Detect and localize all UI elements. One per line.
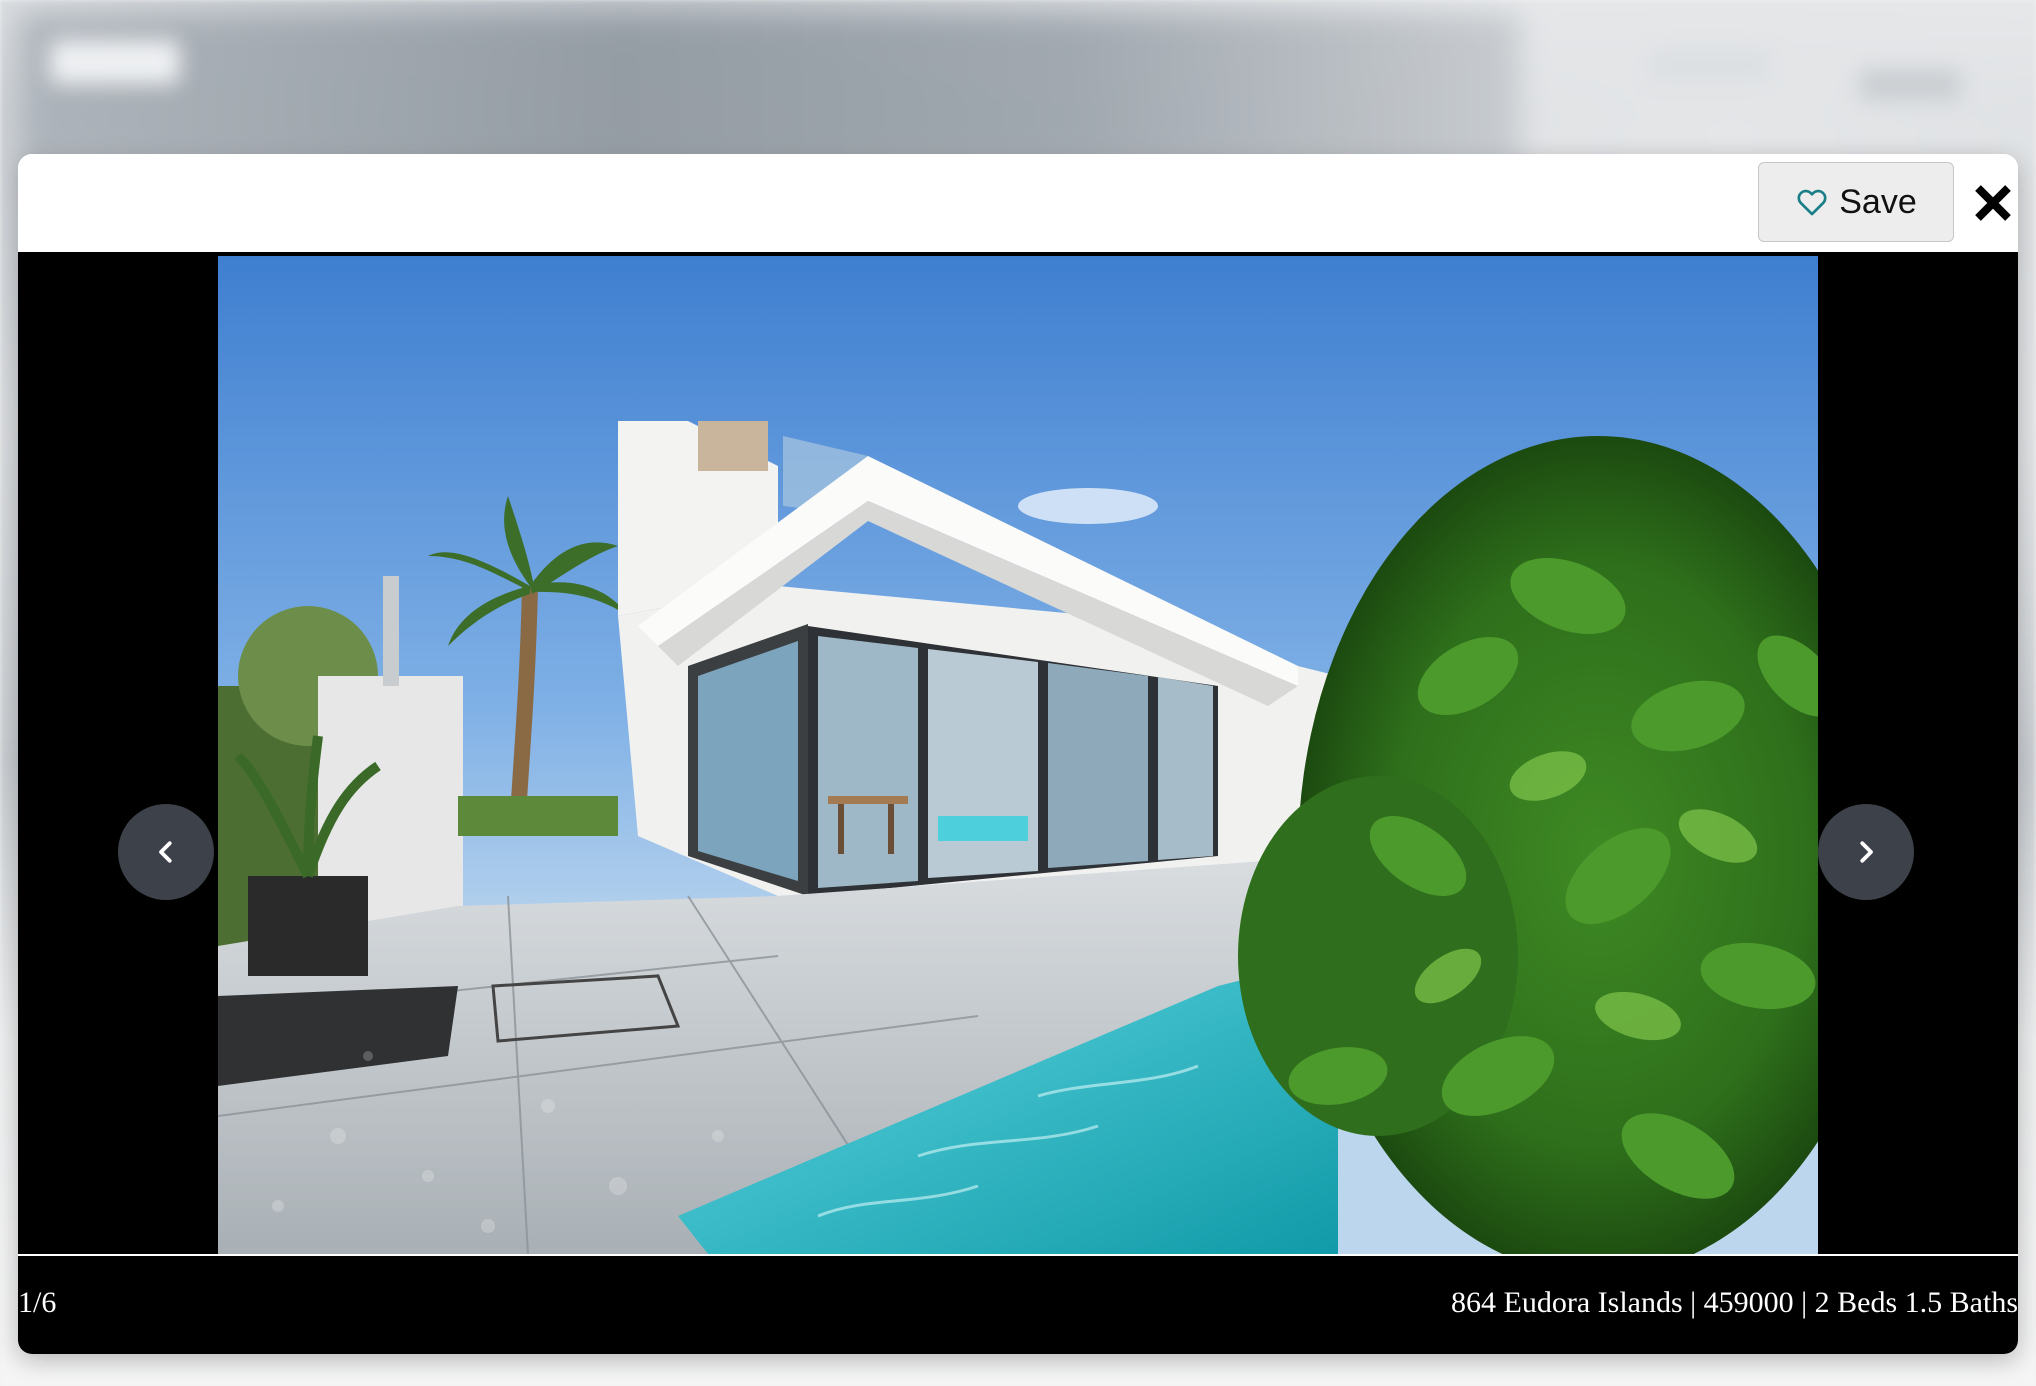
next-photo-button[interactable] bbox=[1818, 804, 1914, 900]
close-icon bbox=[1975, 185, 2011, 221]
photo-gallery-modal: Save 1/6 864 Eudora Islands | 459000 | 2… bbox=[18, 154, 2018, 1354]
modal-header: Save bbox=[18, 154, 2018, 254]
listing-caption: 864 Eudora Islands | 459000 | 2 Beds 1.5… bbox=[1451, 1286, 2018, 1319]
blurred-logo bbox=[50, 40, 180, 84]
house-photo-illustration bbox=[218, 256, 1818, 1254]
blurred-nav-item bbox=[1860, 70, 1960, 100]
close-button[interactable] bbox=[1968, 178, 2018, 228]
previous-photo-button[interactable] bbox=[118, 804, 214, 900]
photo-counter: 1/6 bbox=[18, 1286, 57, 1319]
save-label: Save bbox=[1839, 182, 1917, 221]
blurred-header bbox=[20, 14, 1520, 164]
heart-outline-icon bbox=[1797, 189, 1827, 216]
chevron-right-icon bbox=[1860, 841, 1873, 863]
gallery-footer: 1/6 864 Eudora Islands | 459000 | 2 Beds… bbox=[18, 1254, 2018, 1354]
chevron-left-icon bbox=[159, 841, 172, 863]
photo-viewer bbox=[18, 254, 2018, 1254]
listing-photo bbox=[218, 256, 1818, 1254]
save-button[interactable]: Save bbox=[1758, 162, 1954, 242]
blurred-nav-item bbox=[1650, 50, 1770, 80]
